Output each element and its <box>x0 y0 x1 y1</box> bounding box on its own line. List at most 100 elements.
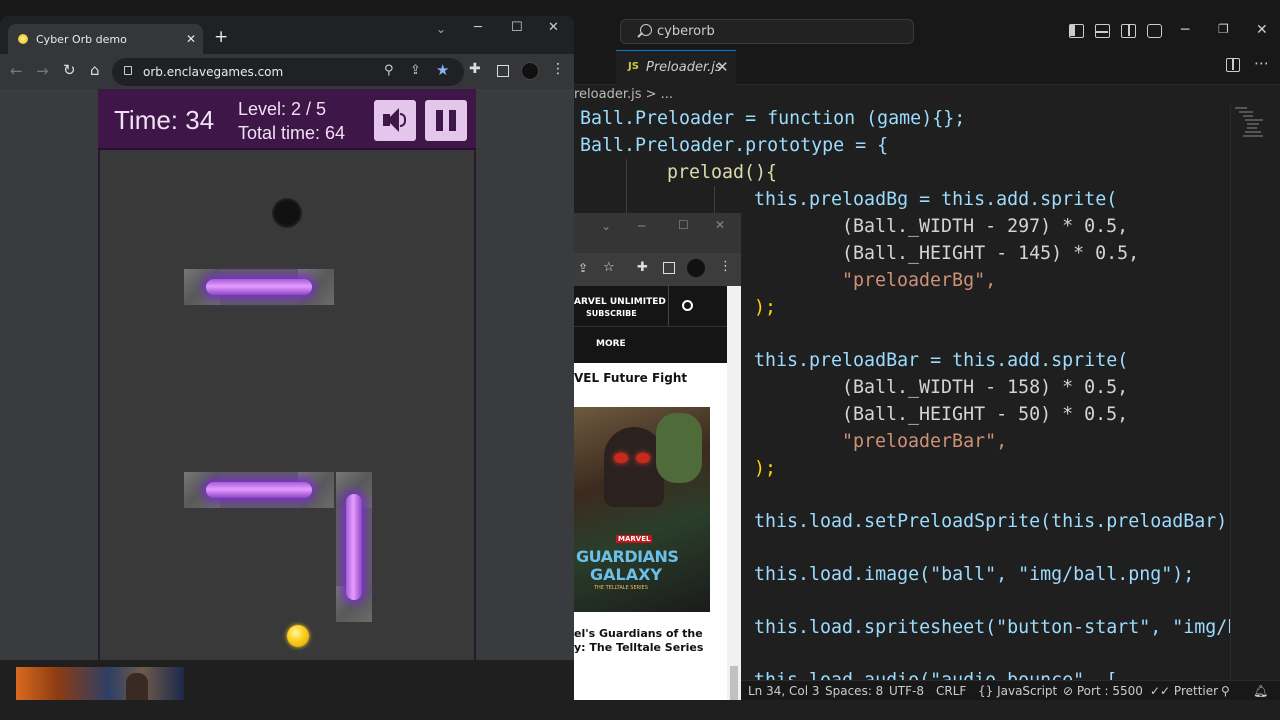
status-encoding[interactable]: UTF-8 <box>889 681 924 701</box>
marvel-unlimited-promo[interactable]: ARVEL UNLIMITED <box>574 297 666 307</box>
background-browser-titlebar: ⌄ ─ ☐ ✕ <box>574 213 741 253</box>
status-eol[interactable]: CRLF <box>936 681 966 701</box>
taskbar-thumbnail[interactable] <box>16 667 184 700</box>
bookmark-star-icon[interactable]: ★ <box>436 61 449 79</box>
code-line-22: this.load.audio("audio-bounce", [ <box>754 667 1117 680</box>
article-caption[interactable]: y: The Telltale Series <box>574 641 703 654</box>
player-orb[interactable] <box>287 625 309 647</box>
chevron-down-icon[interactable]: ⌄ <box>601 219 611 233</box>
code-line-1: Ball.Preloader = function (game){}; <box>580 108 966 129</box>
extensions-icon[interactable]: ✚ <box>469 61 481 77</box>
code-line-16: this.load.setPreloadSprite(this.preloadB… <box>754 511 1230 532</box>
customize-layout-icon[interactable] <box>1147 24 1162 38</box>
status-live-server-port[interactable]: ⊘ Port : 5500 <box>1063 681 1143 701</box>
marvel-logo: MARVEL <box>616 535 653 543</box>
close-window-icon[interactable]: ✕ <box>1256 22 1268 38</box>
code-line-5: (Ball._WIDTH - 297) * 0.5, <box>842 216 1129 237</box>
nav-more[interactable]: MORE <box>596 339 626 349</box>
code-line-8: ); <box>754 297 777 318</box>
lock-icon[interactable] <box>124 66 132 75</box>
code-line-12: (Ball._HEIGHT - 50) * 0.5, <box>842 404 1129 425</box>
close-window-icon[interactable]: ✕ <box>548 20 559 35</box>
sound-toggle-button[interactable] <box>374 100 416 141</box>
code-line-18: this.load.image("ball", "img/ball.png"); <box>754 564 1195 585</box>
menu-kebab-icon[interactable]: ⋮ <box>551 61 565 77</box>
minimize-icon[interactable]: ─ <box>638 219 645 233</box>
extensions-icon[interactable]: ✚ <box>637 260 648 275</box>
minimize-icon[interactable]: ─ <box>474 20 482 35</box>
maximize-icon[interactable]: ☐ <box>511 20 523 35</box>
split-editor-icon[interactable] <box>1226 58 1240 72</box>
code-line-14: ); <box>754 458 777 479</box>
side-panel-icon[interactable] <box>497 65 509 77</box>
more-actions-icon[interactable]: ⋯ <box>1254 54 1269 72</box>
close-tab-icon[interactable]: ✕ <box>186 32 196 46</box>
search-icon[interactable] <box>682 300 693 311</box>
goal-hole <box>272 198 302 228</box>
scrollbar[interactable] <box>727 286 741 700</box>
home-icon[interactable]: ⌂ <box>90 61 100 79</box>
code-line-4: this.preloadBg = this.add.sprite( <box>754 189 1118 210</box>
minimap[interactable] <box>1230 105 1280 680</box>
command-center-search[interactable]: cyberorb <box>620 19 914 44</box>
profile-avatar[interactable] <box>521 62 539 80</box>
close-icon[interactable]: ✕ <box>715 218 725 232</box>
tab-cyber-orb[interactable]: Cyber Orb demo ✕ <box>8 24 203 54</box>
status-prettier[interactable]: ✓✓ Prettier <box>1150 681 1218 701</box>
forward-icon[interactable]: → <box>36 62 49 80</box>
background-browser-toolbar: ⇪ ☆ ✚ ⋮ <box>574 253 741 286</box>
accounts-icon[interactable]: ⚲ <box>1221 681 1230 701</box>
status-indentation[interactable]: Spaces: 8 <box>825 681 883 701</box>
code-line-6: (Ball._HEIGHT - 145) * 0.5, <box>842 243 1140 264</box>
time-label: Time: 34 <box>114 105 215 135</box>
code-line-2: Ball.Preloader.prototype = { <box>580 135 889 156</box>
search-icon <box>640 24 652 36</box>
share-icon[interactable]: ⇪ <box>410 63 421 78</box>
notifications-bell-icon[interactable]: 🔔︎ <box>1253 681 1268 701</box>
level-label: Level: 2 / 5 <box>238 99 327 119</box>
breadcrumb[interactable]: reloader.js > ... <box>574 87 673 102</box>
zoom-icon[interactable]: ⚲ <box>384 63 394 78</box>
reload-icon[interactable]: ↻ <box>63 61 76 79</box>
tab-title: Cyber Orb demo <box>36 33 127 46</box>
minimize-icon[interactable]: ─ <box>1181 22 1189 38</box>
article-heading[interactable]: VEL Future Fight <box>574 371 687 385</box>
toggle-sidebar-icon[interactable] <box>1069 24 1084 38</box>
restore-icon[interactable]: ❐ <box>1218 22 1229 36</box>
maximize-icon[interactable]: ☐ <box>678 218 689 232</box>
menu-kebab-icon[interactable]: ⋮ <box>719 259 732 274</box>
tab-search-icon[interactable]: ⌄ <box>436 22 446 36</box>
subscribe-link[interactable]: SUBSCRIBE <box>586 309 637 318</box>
divider <box>668 286 669 326</box>
bookmark-star-icon[interactable]: ☆ <box>603 260 615 275</box>
tab-label: Preloader.js <box>646 60 722 75</box>
energy-wall <box>184 269 334 305</box>
status-bar: Ln 34, Col 3 Spaces: 8 UTF-8 CRLF {} Jav… <box>740 680 1280 700</box>
tab-preloader-js[interactable]: JS Preloader.js ✕ <box>616 50 736 85</box>
poster-subtitle: THE TELLTALE SERIES <box>594 585 648 591</box>
poster-title: GALAXY <box>590 565 663 584</box>
pause-button[interactable] <box>425 100 467 141</box>
code-line-13: "preloaderBar", <box>842 431 1008 452</box>
toggle-panel-icon[interactable] <box>1095 24 1110 38</box>
game-hud: Time: 34 Level: 2 / 5 Total time: 64 <box>98 89 476 150</box>
back-icon[interactable]: ← <box>10 62 23 80</box>
article-caption[interactable]: el's Guardians of the <box>574 627 703 640</box>
guardians-poster-image[interactable]: MARVEL GUARDIANS GALAXY THE TELLTALE SER… <box>574 407 710 612</box>
chrome-window: Cyber Orb demo ✕ + ⌄ ─ ☐ ✕ ← → ↻ ⌂ orb.e… <box>0 16 574 660</box>
total-time-label: Total time: 64 <box>238 123 346 143</box>
background-browser-window: ⌄ ─ ☐ ✕ ⇪ ☆ ✚ ⋮ ARVEL UNLIMITED SUBSCRIB… <box>574 213 741 700</box>
close-tab-icon[interactable]: ✕ <box>716 58 729 76</box>
toggle-secondary-sidebar-icon[interactable] <box>1121 24 1136 38</box>
code-line-10: this.preloadBar = this.add.sprite( <box>754 350 1129 371</box>
favicon-icon <box>18 34 28 44</box>
status-cursor-position[interactable]: Ln 34, Col 3 <box>748 681 820 701</box>
code-line-7: "preloaderBg", <box>842 270 997 291</box>
game-canvas[interactable] <box>98 89 476 660</box>
side-panel-icon[interactable] <box>663 262 675 274</box>
profile-avatar[interactable] <box>687 259 705 277</box>
status-language[interactable]: {} JavaScript <box>978 681 1057 701</box>
divider <box>574 326 727 327</box>
share-icon[interactable]: ⇪ <box>578 261 588 275</box>
new-tab-button[interactable]: + <box>214 27 228 47</box>
